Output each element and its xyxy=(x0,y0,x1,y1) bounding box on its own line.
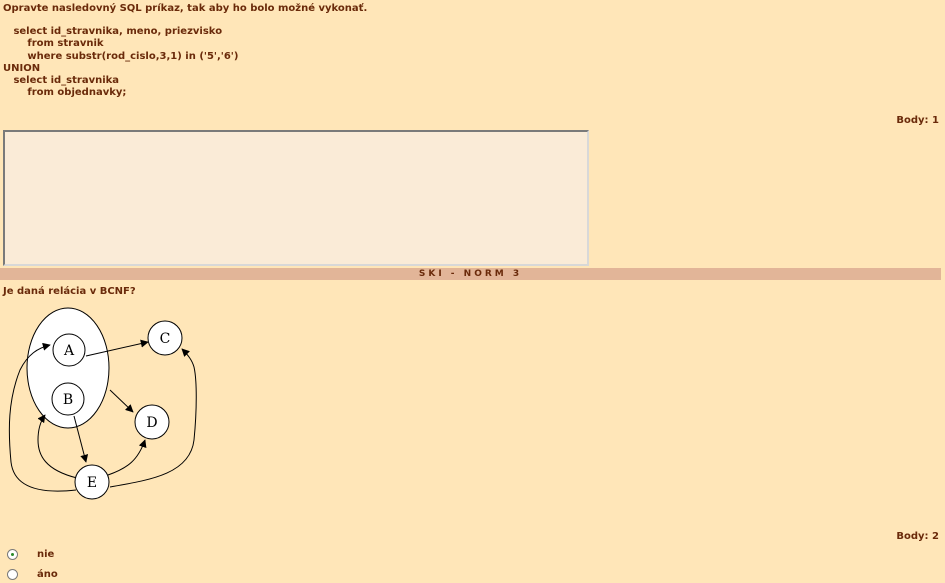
question-1-points: Body: 1 xyxy=(896,115,939,126)
node-e: E xyxy=(74,464,110,500)
svg-text:A: A xyxy=(63,343,75,359)
question-2-points: Body: 2 xyxy=(896,531,939,542)
svg-text:C: C xyxy=(160,331,171,347)
question-2-title: Je daná relácia v BCNF? xyxy=(3,286,136,297)
node-c: C xyxy=(147,320,183,356)
edge-b-d xyxy=(109,389,134,413)
option-nie[interactable]: nie xyxy=(7,547,54,561)
sql-code: select id_stravnika, meno, priezvisko fr… xyxy=(3,26,239,99)
option-ano-label: áno xyxy=(37,568,58,580)
option-nie-label: nie xyxy=(37,548,55,560)
section-header: SKI - NORM 3 xyxy=(0,268,941,280)
svg-text:B: B xyxy=(63,392,73,408)
radio-ano[interactable] xyxy=(7,568,18,580)
node-a: A xyxy=(52,333,86,367)
svg-text:E: E xyxy=(87,475,97,491)
edge-e-d xyxy=(107,439,147,476)
answer-textarea[interactable] xyxy=(3,130,589,266)
question-1-title: Opravte nasledovný SQL príkaz, tak aby h… xyxy=(3,3,368,14)
radio-nie[interactable] xyxy=(7,548,18,560)
node-b: B xyxy=(51,382,85,416)
svg-text:D: D xyxy=(146,415,157,431)
option-ano[interactable]: áno xyxy=(7,567,58,581)
dependency-diagram: A B C D E xyxy=(8,307,197,500)
node-d: D xyxy=(134,404,170,440)
